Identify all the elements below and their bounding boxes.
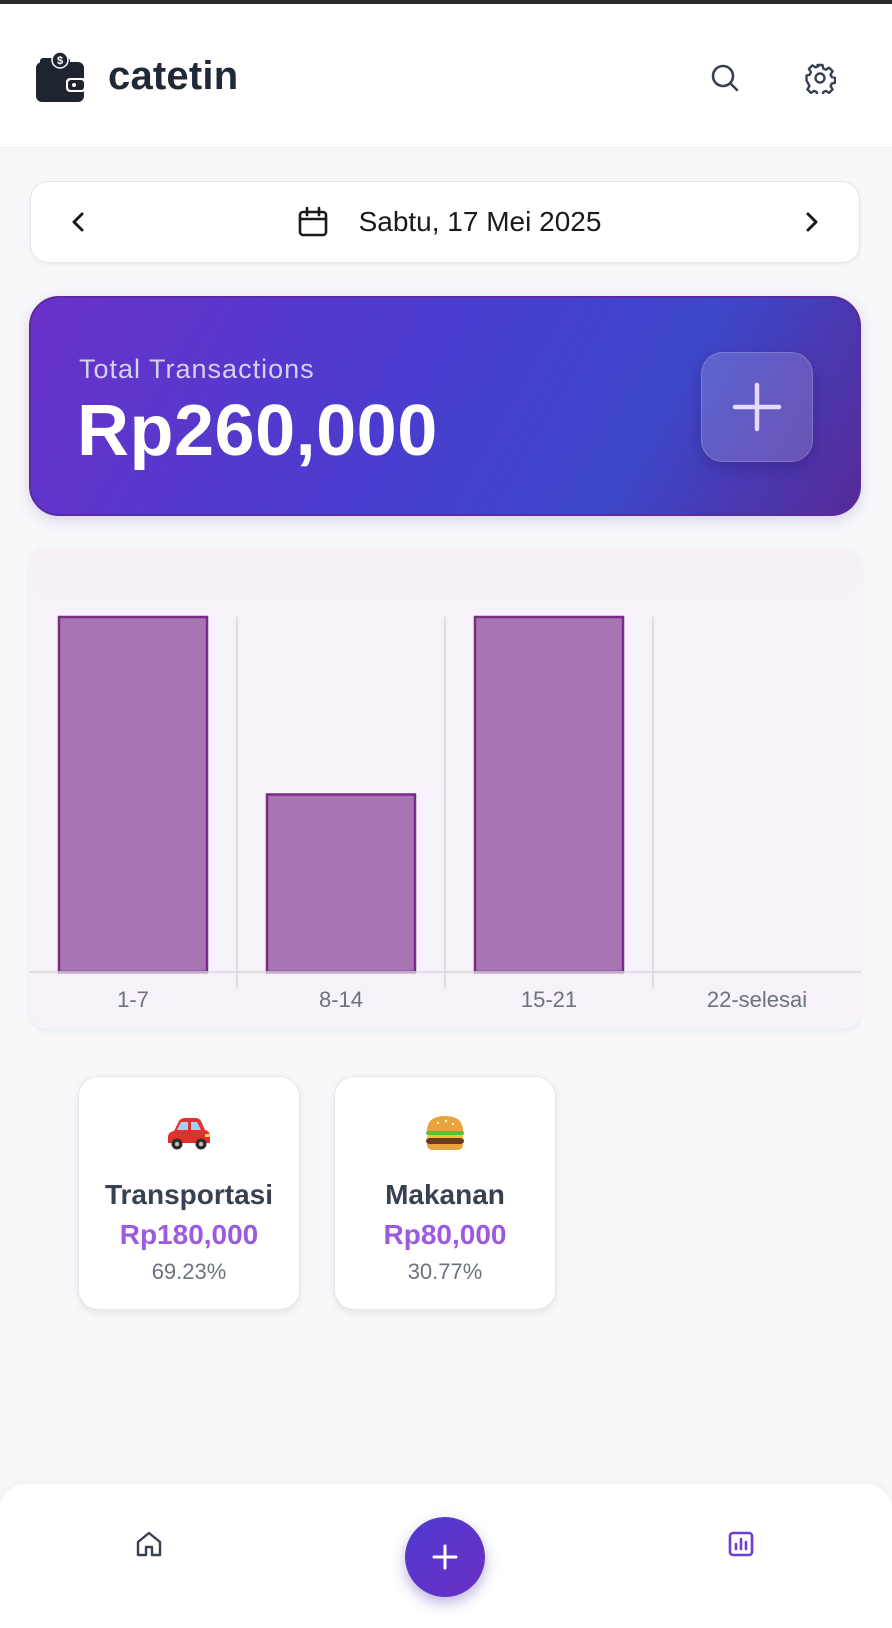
chart-header-strip: [29, 547, 861, 595]
app-header: $ catetin: [0, 4, 892, 148]
next-date-button[interactable]: [791, 202, 831, 242]
chevron-right-icon: [806, 212, 818, 232]
wallet-icon: $: [36, 50, 86, 104]
date-navigator: Sabtu, 17 Mei 2025: [30, 181, 860, 263]
total-label: Total Transactions: [79, 354, 315, 384]
current-date-label: Sabtu, 17 Mei 2025: [358, 206, 602, 237]
bar-chart: 1-7 8-14 15-21 22-selesai: [29, 547, 861, 1012]
search-button[interactable]: [703, 56, 747, 100]
add-transaction-button[interactable]: [701, 352, 813, 462]
weekly-chart: 1-7 8-14 15-21 22-selesai: [29, 547, 861, 1029]
app-title: catetin: [108, 54, 239, 98]
home-icon: [136, 1531, 162, 1557]
settings-button[interactable]: [798, 56, 842, 100]
category-amount: Rp80,000: [383, 1219, 507, 1250]
x-tick-label: 15-21: [521, 987, 577, 1012]
total-transactions-card: Total Transactions Rp260,000: [29, 296, 861, 516]
chart-bar-1-7[interactable]: [57, 615, 209, 974]
plus-icon: [732, 382, 782, 432]
plus-icon: [432, 1544, 458, 1570]
category-amount: Rp180,000: [119, 1219, 259, 1250]
add-transaction-fab[interactable]: [405, 1517, 485, 1597]
burger-icon: [335, 1109, 555, 1157]
category-percent: 69.23%: [151, 1259, 227, 1284]
chart-bar-15-21[interactable]: [473, 615, 625, 974]
category-card-makanan[interactable]: Makanan Rp80,000 30.77%: [334, 1076, 556, 1310]
car-icon: [79, 1109, 299, 1157]
chart-icon: [728, 1531, 754, 1557]
category-name: Makanan: [385, 1179, 505, 1210]
date-display[interactable]: Sabtu, 17 Mei 2025: [31, 182, 859, 262]
category-card-transportasi[interactable]: Transportasi Rp180,000 69.23%: [78, 1076, 300, 1310]
x-tick-label: 8-14: [319, 987, 363, 1012]
calendar-icon: [297, 206, 329, 238]
total-amount: Rp260,000: [77, 391, 438, 471]
search-icon: [711, 64, 739, 92]
nav-report[interactable]: [711, 1514, 771, 1574]
chart-bar-8-14[interactable]: [265, 793, 417, 974]
x-tick-label: 22-selesai: [707, 987, 807, 1012]
svg-text:$: $: [57, 55, 63, 67]
nav-home[interactable]: [119, 1514, 179, 1574]
gear-icon: [805, 63, 836, 94]
x-tick-label: 1-7: [117, 987, 149, 1012]
category-name: Transportasi: [104, 1179, 274, 1210]
category-percent: 30.77%: [407, 1259, 483, 1284]
